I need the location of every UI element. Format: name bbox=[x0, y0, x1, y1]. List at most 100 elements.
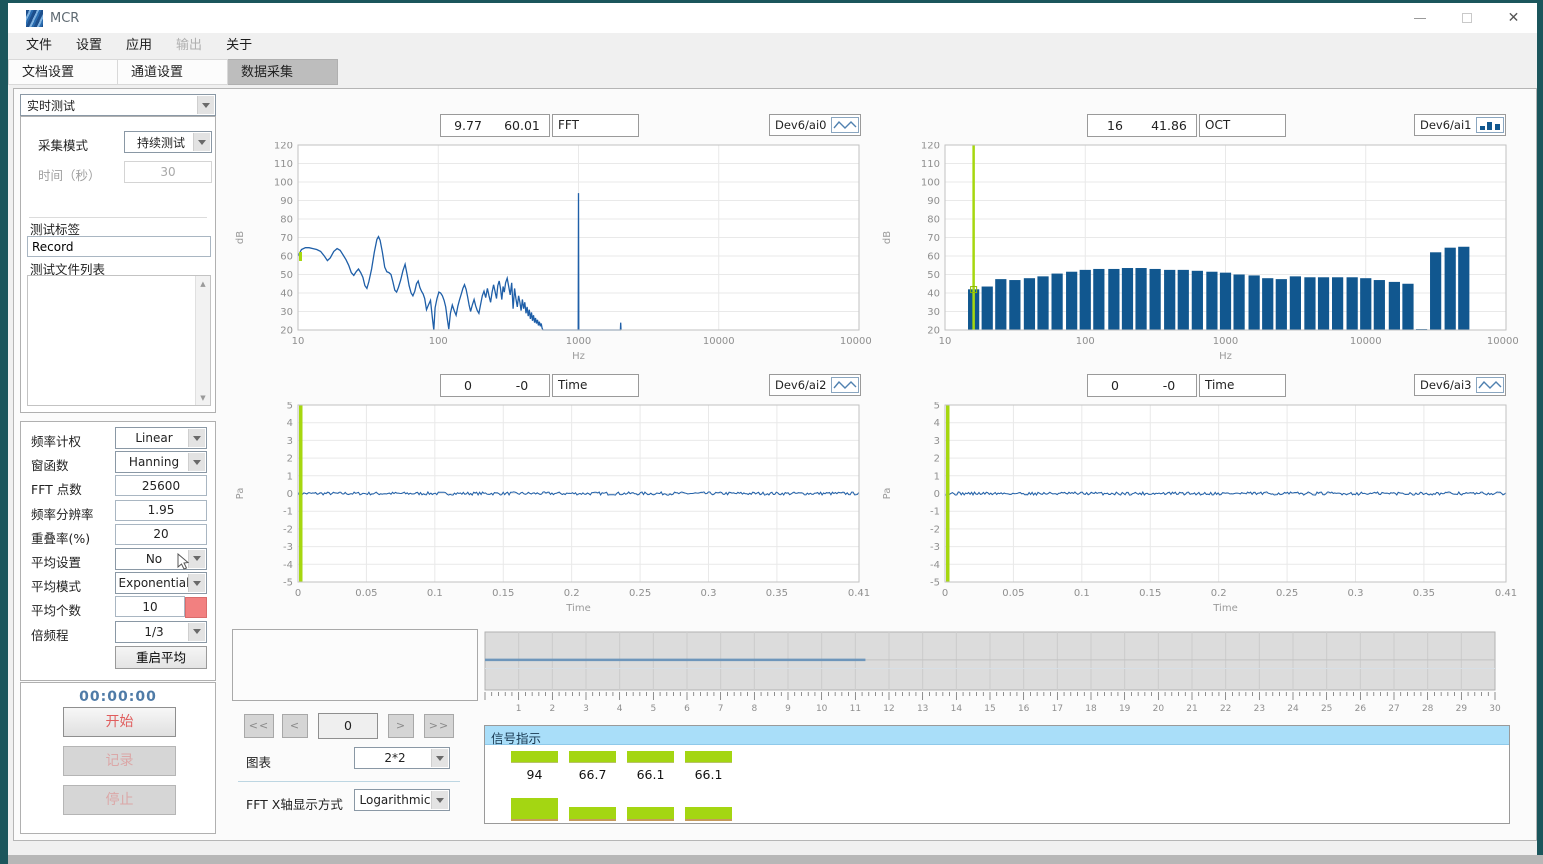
svg-text:0: 0 bbox=[942, 588, 948, 599]
fft-xaxis-mode-select[interactable]: Logarithmic bbox=[354, 789, 450, 811]
close-button[interactable]: ✕ bbox=[1490, 3, 1537, 33]
chevron-down-icon[interactable] bbox=[431, 791, 448, 809]
svg-text:18: 18 bbox=[1085, 704, 1097, 714]
svg-text:1: 1 bbox=[934, 471, 940, 482]
tab-bar: 文档设置通道设置数据采集 bbox=[8, 59, 1537, 86]
param-select[interactable]: No bbox=[115, 548, 207, 570]
time-seconds-input[interactable] bbox=[124, 161, 212, 183]
app-title: MCR bbox=[50, 11, 79, 26]
chart-layout-select[interactable]: 2*2 bbox=[354, 747, 450, 769]
param-row: 重叠率(%) bbox=[21, 523, 215, 547]
chevron-down-icon[interactable] bbox=[193, 133, 210, 151]
tab-data-acquisition[interactable]: 数据采集 bbox=[228, 59, 338, 85]
test-mode-select[interactable]: 实时测试 bbox=[20, 94, 216, 116]
fft-channel-button[interactable]: Dev6/ai0 bbox=[769, 114, 861, 136]
time1-chart-cell: 0 -0 Time Dev6/ai2 -5-4-3-2-101234500.05… bbox=[232, 364, 879, 622]
param-input[interactable] bbox=[115, 524, 207, 545]
svg-text:-2: -2 bbox=[930, 524, 940, 535]
svg-text:0.2: 0.2 bbox=[1211, 588, 1227, 599]
oct-chart-cell: 16 41.86 OCT Dev6/ai1 203040506070809010… bbox=[879, 94, 1524, 364]
divider bbox=[238, 781, 460, 782]
bar-chart-icon bbox=[1476, 117, 1504, 133]
menu-settings[interactable]: 设置 bbox=[64, 33, 114, 59]
chevron-down-icon[interactable] bbox=[188, 623, 205, 641]
svg-text:4: 4 bbox=[617, 704, 623, 714]
param-select[interactable]: Exponential bbox=[115, 572, 207, 594]
scroll-down-icon[interactable]: ▼ bbox=[196, 390, 210, 405]
svg-text:25: 25 bbox=[1321, 704, 1332, 714]
nav-page-value[interactable]: 0 bbox=[318, 713, 378, 739]
svg-text:5: 5 bbox=[650, 704, 656, 714]
test-file-list[interactable]: ▲ ▼ bbox=[27, 275, 211, 406]
signal-indicator-panel: 信号指示 9466.766.166.1 bbox=[484, 725, 1510, 824]
param-input[interactable] bbox=[115, 475, 207, 496]
signal-meter: 66.7 bbox=[569, 745, 616, 823]
chart-grid: 9.77 60.01 FFT Dev6/ai0 2030405060708090… bbox=[232, 94, 1524, 622]
app-logo-icon bbox=[26, 10, 43, 27]
time1-plot[interactable]: -5-4-3-2-101234500.050.10.150.20.250.30.… bbox=[232, 402, 872, 616]
fft-plot[interactable]: 2030405060708090100110120101001000100001… bbox=[232, 142, 872, 364]
svg-text:0.2: 0.2 bbox=[564, 588, 580, 599]
restart-average-button[interactable]: 重启平均 bbox=[115, 646, 207, 669]
param-input[interactable] bbox=[115, 500, 207, 521]
menu-output[interactable]: 输出 bbox=[164, 33, 214, 59]
chevron-down-icon[interactable] bbox=[188, 429, 205, 447]
cursor-x-value: 9.77 bbox=[441, 118, 495, 133]
test-tag-input[interactable] bbox=[27, 236, 211, 257]
channel-name: Dev6/ai2 bbox=[775, 378, 827, 392]
svg-text:Time: Time bbox=[1212, 603, 1237, 614]
nav-first-button[interactable]: << bbox=[244, 714, 274, 738]
nav-prev-button[interactable]: < bbox=[282, 714, 308, 738]
line-chart-icon bbox=[1476, 377, 1504, 393]
maximize-button[interactable] bbox=[1443, 3, 1490, 33]
channel-name: Dev6/ai1 bbox=[1420, 118, 1472, 132]
menu-apply[interactable]: 应用 bbox=[114, 33, 164, 59]
svg-text:10000: 10000 bbox=[1350, 336, 1382, 347]
svg-text:28: 28 bbox=[1422, 704, 1434, 714]
param-input[interactable] bbox=[115, 596, 185, 617]
menu-file[interactable]: 文件 bbox=[14, 33, 64, 59]
tab-channel-settings[interactable]: 通道设置 bbox=[118, 59, 228, 85]
time1-channel-button[interactable]: Dev6/ai2 bbox=[769, 374, 861, 396]
svg-text:10: 10 bbox=[939, 336, 952, 347]
control-groupbox: 00:00:00 开始 记录 停止 bbox=[20, 682, 216, 834]
svg-text:Pa: Pa bbox=[235, 488, 246, 500]
chevron-down-icon[interactable] bbox=[188, 550, 205, 568]
svg-text:10000: 10000 bbox=[703, 336, 735, 347]
record-button[interactable]: 记录 bbox=[63, 746, 176, 776]
scrollbar[interactable]: ▲ ▼ bbox=[195, 276, 210, 405]
cursor-y-value: -0 bbox=[1142, 378, 1196, 393]
menu-about[interactable]: 关于 bbox=[214, 33, 264, 59]
signal-peak-bar bbox=[627, 807, 674, 821]
stop-button[interactable]: 停止 bbox=[63, 785, 176, 815]
svg-text:110: 110 bbox=[921, 159, 940, 170]
signal-panel-title: 信号指示 bbox=[485, 726, 1509, 745]
oct-channel-button[interactable]: Dev6/ai1 bbox=[1414, 114, 1506, 136]
param-select[interactable]: Hanning bbox=[115, 451, 207, 473]
param-label: 平均设置 bbox=[31, 552, 81, 571]
signal-level-bar bbox=[511, 751, 558, 763]
tab-doc-settings[interactable]: 文档设置 bbox=[8, 59, 118, 85]
svg-text:90: 90 bbox=[927, 196, 940, 207]
svg-text:-3: -3 bbox=[283, 542, 293, 553]
nav-next-button[interactable]: > bbox=[388, 714, 414, 738]
signal-level-bar bbox=[569, 751, 616, 763]
chevron-down-icon[interactable] bbox=[197, 96, 214, 114]
time2-channel-button[interactable]: Dev6/ai3 bbox=[1414, 374, 1506, 396]
chevron-down-icon[interactable] bbox=[188, 453, 205, 471]
acq-mode-select[interactable]: 持续测试 bbox=[124, 131, 212, 153]
minimize-button[interactable] bbox=[1396, 3, 1443, 33]
time2-plot[interactable]: -5-4-3-2-101234500.050.10.150.20.250.30.… bbox=[879, 402, 1519, 616]
record-timeline[interactable]: 1234567891011121314151617181920212223242… bbox=[484, 631, 1510, 719]
svg-text:11: 11 bbox=[850, 704, 861, 714]
chevron-down-icon[interactable] bbox=[431, 749, 448, 767]
param-select[interactable]: Linear bbox=[115, 427, 207, 449]
param-select[interactable]: 1/3 bbox=[115, 621, 207, 643]
scroll-up-icon[interactable]: ▲ bbox=[196, 276, 210, 291]
signal-level-value: 66.7 bbox=[569, 767, 616, 782]
param-row: 平均个数 bbox=[21, 595, 215, 619]
start-button[interactable]: 开始 bbox=[63, 707, 176, 737]
oct-plot[interactable]: 2030405060708090100110120101001000100001… bbox=[879, 142, 1519, 364]
chevron-down-icon[interactable] bbox=[188, 574, 205, 592]
nav-last-button[interactable]: >> bbox=[424, 714, 454, 738]
